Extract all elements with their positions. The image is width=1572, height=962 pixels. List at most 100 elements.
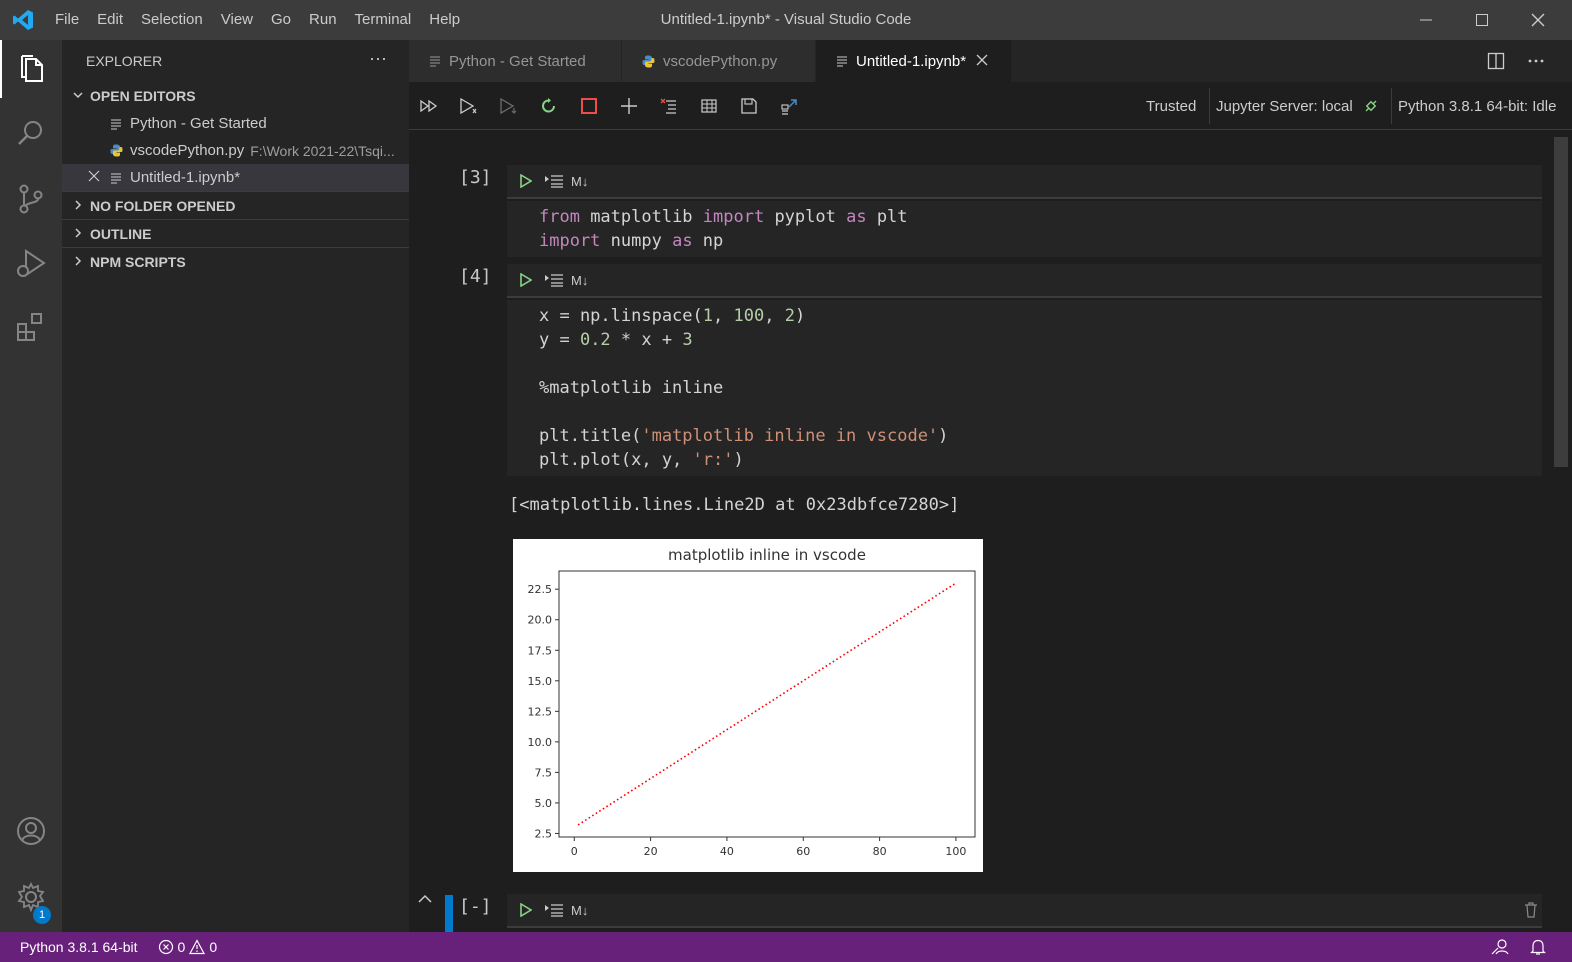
- close-tab-button[interactable]: [976, 53, 988, 70]
- restart-icon: [542, 97, 555, 112]
- menu-view[interactable]: View: [212, 0, 262, 40]
- feedback-icon: [1491, 939, 1509, 955]
- delete-cell-button[interactable]: [1524, 902, 1538, 921]
- x-axis: 0 20 40 60 80 100: [571, 837, 966, 858]
- y-tick-label: 5.0: [535, 797, 553, 810]
- run-cell-button[interactable]: [513, 171, 539, 191]
- vertical-scrollbar[interactable]: [1554, 137, 1568, 467]
- manage-activity-button[interactable]: 1: [0, 868, 62, 926]
- x-tick-label: 20: [644, 845, 658, 858]
- interrupt-kernel-button[interactable]: [569, 82, 609, 130]
- x-tick-label: 0: [571, 845, 578, 858]
- notebook-editor: [3] M↓ from matplotlib import pyplot as …: [409, 131, 1572, 932]
- run-below-cell-button[interactable]: [541, 270, 567, 290]
- notifications-button[interactable]: [1530, 938, 1546, 959]
- jupyter-server-status[interactable]: Jupyter Server: local: [1216, 82, 1379, 130]
- line-chart: matplotlib inline in vscode 2.5 5.0 7.5 10.…: [528, 546, 976, 858]
- cell-toolbar: M↓: [507, 264, 1542, 298]
- open-editor-item-get-started[interactable]: Python - Get Started: [62, 110, 409, 137]
- section-label: OUTLINE: [90, 225, 152, 242]
- more-actions-button[interactable]: ···: [369, 48, 387, 69]
- code-cell-4[interactable]: x = np.linspace(1, 100, 2) y = 0.2 * x +…: [507, 300, 1542, 476]
- notebook-icon: [836, 55, 848, 67]
- menu-bar: File Edit Selection View Go Run Terminal…: [46, 0, 469, 40]
- run-below-button[interactable]: [489, 82, 529, 130]
- editor-tabs: Python - Get Started vscodePython.py Unt…: [409, 40, 1572, 82]
- menu-go[interactable]: Go: [262, 0, 300, 40]
- restart-kernel-button[interactable]: [529, 82, 569, 130]
- explorer-activity-button[interactable]: [0, 40, 62, 98]
- menu-selection[interactable]: Selection: [132, 0, 212, 40]
- selected-cell-indicator: [445, 895, 453, 932]
- python-interpreter-status[interactable]: Python 3.8.1 64-bit: [0, 939, 148, 955]
- problems-status[interactable]: 0 0: [148, 939, 228, 955]
- y-tick-label: 10.0: [528, 736, 553, 749]
- data-line: [577, 582, 957, 826]
- tab-vscodepython[interactable]: vscodePython.py: [622, 40, 816, 82]
- close-editor-icon[interactable]: [88, 169, 100, 186]
- menu-run[interactable]: Run: [300, 0, 346, 40]
- minimize-button[interactable]: [1398, 0, 1454, 40]
- feedback-button[interactable]: [1490, 938, 1510, 959]
- close-window-button[interactable]: [1510, 0, 1566, 40]
- run-below-cell-button[interactable]: [541, 171, 567, 191]
- section-no-folder[interactable]: NO FOLDER OPENED: [62, 191, 409, 219]
- x-tick-label: 100: [945, 845, 966, 858]
- save-icon: [741, 97, 757, 114]
- convert-to-markdown-button[interactable]: M↓: [571, 903, 588, 918]
- y-axis: 2.5 5.0 7.5 10.0 12.5 15.0 17.5 20.0 22.5: [528, 583, 559, 840]
- section-outline[interactable]: OUTLINE: [62, 219, 409, 247]
- run-all-cells-button[interactable]: [409, 82, 449, 130]
- maximize-button[interactable]: [1454, 0, 1510, 40]
- variables-button[interactable]: [689, 82, 729, 130]
- section-open-editors[interactable]: OPEN EDITORS: [62, 82, 409, 110]
- search-activity-button[interactable]: [0, 104, 62, 162]
- trusted-status[interactable]: Trusted: [1146, 82, 1196, 130]
- play-icon: [520, 174, 532, 188]
- menu-terminal[interactable]: Terminal: [346, 0, 421, 40]
- cell-execution-count: [3]: [459, 167, 492, 188]
- editor-more-actions-button[interactable]: [1518, 40, 1554, 82]
- export-button[interactable]: [769, 82, 809, 130]
- extensions-activity-button[interactable]: [0, 298, 62, 356]
- source-control-activity-button[interactable]: [0, 170, 62, 228]
- move-cell-up-button[interactable]: [417, 893, 433, 908]
- accounts-activity-button[interactable]: [0, 802, 62, 860]
- menu-file[interactable]: File: [46, 0, 88, 40]
- export-icon: [781, 98, 797, 115]
- explorer-sidebar: EXPLORER ··· OPEN EDITORS Python - Get S…: [62, 40, 409, 932]
- kernel-status[interactable]: Python 3.8.1 64-bit: Idle: [1398, 82, 1556, 130]
- chart-title: matplotlib inline in vscode: [668, 546, 866, 564]
- run-above-button[interactable]: [449, 82, 489, 130]
- tab-label: Python - Get Started: [449, 52, 586, 70]
- save-button[interactable]: [729, 82, 769, 130]
- menu-edit[interactable]: Edit: [88, 0, 132, 40]
- more-icon: [1528, 59, 1544, 63]
- tab-label: Untitled-1.ipynb*: [856, 52, 967, 70]
- add-cell-button[interactable]: [609, 82, 649, 130]
- run-below-cell-button[interactable]: [541, 900, 567, 920]
- open-editor-item-vscodepython[interactable]: vscodePython.py F:\Work 2021-22\Tsqi...: [62, 137, 409, 164]
- run-debug-activity-button[interactable]: [0, 234, 62, 292]
- code-cell-3[interactable]: from matplotlib import pyplot as plt imp…: [507, 201, 1542, 257]
- split-editor-button[interactable]: [1478, 40, 1514, 82]
- tab-python-get-started[interactable]: Python - Get Started: [409, 40, 622, 82]
- tab-untitled-notebook[interactable]: Untitled-1.ipynb*: [816, 40, 1012, 82]
- minimize-icon: [1420, 19, 1432, 21]
- menu-help[interactable]: Help: [420, 0, 469, 40]
- play-icon: [520, 903, 532, 917]
- chevron-right-icon: [70, 226, 86, 242]
- y-tick-label: 20.0: [528, 614, 553, 627]
- x-tick-label: 60: [796, 845, 810, 858]
- clear-outputs-button[interactable]: [649, 82, 689, 130]
- error-icon: [158, 939, 173, 955]
- convert-to-markdown-button[interactable]: M↓: [571, 273, 588, 288]
- cell-output-text: [<matplotlib.lines.Line2D at 0x23dbfce72…: [509, 495, 960, 515]
- open-editor-item-untitled[interactable]: Untitled-1.ipynb*: [62, 164, 409, 191]
- run-cell-button[interactable]: [513, 270, 539, 290]
- toolbar-separator: [1209, 88, 1210, 124]
- run-cell-button[interactable]: [513, 900, 539, 920]
- section-npm-scripts[interactable]: NPM SCRIPTS: [62, 247, 409, 275]
- toolbar-separator: [1391, 88, 1392, 124]
- convert-to-markdown-button[interactable]: M↓: [571, 174, 588, 189]
